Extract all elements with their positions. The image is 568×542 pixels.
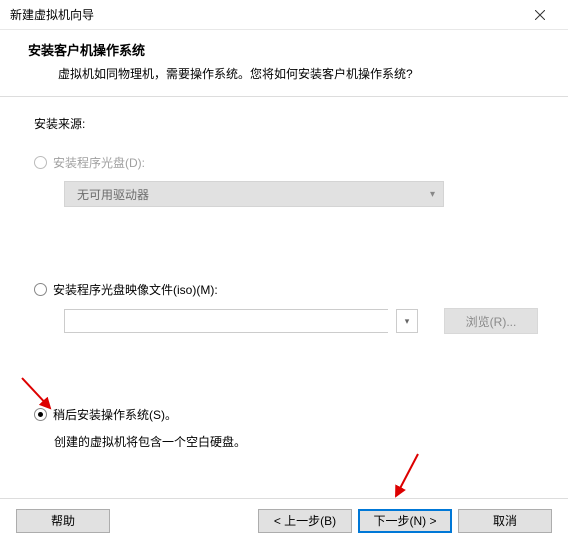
page-subtitle: 虚拟机如同物理机，需要操作系统。您将如何安装客户机操作系统?	[58, 65, 548, 82]
iso-dropdown-button[interactable]: ▾	[396, 309, 418, 333]
radio-disc[interactable]	[34, 156, 47, 169]
option-disc-group: 安装程序光盘(D): 无可用驱动器 ▾	[34, 154, 538, 207]
radio-later[interactable]	[34, 408, 47, 421]
back-button[interactable]: < 上一步(B)	[258, 509, 352, 533]
option-later-label: 稍后安装操作系统(S)。	[53, 406, 177, 423]
chevron-down-icon: ▾	[430, 189, 435, 200]
page-title: 安装客户机操作系统	[28, 40, 548, 59]
close-button[interactable]	[520, 1, 560, 29]
disc-dropdown-value: 无可用驱动器	[77, 186, 149, 203]
option-later-row[interactable]: 稍后安装操作系统(S)。	[34, 406, 538, 423]
option-iso-row[interactable]: 安装程序光盘映像文件(iso)(M):	[34, 281, 538, 298]
radio-iso[interactable]	[34, 283, 47, 296]
iso-path-input[interactable]	[64, 309, 388, 333]
source-label: 安装来源:	[34, 115, 538, 132]
titlebar: 新建虚拟机向导	[0, 0, 568, 30]
browse-button[interactable]: 浏览(R)...	[444, 308, 538, 334]
wizard-footer: 帮助 < 上一步(B) 下一步(N) > 取消	[0, 498, 568, 542]
option-iso-label: 安装程序光盘映像文件(iso)(M):	[53, 281, 218, 298]
wizard-header: 安装客户机操作系统 虚拟机如同物理机，需要操作系统。您将如何安装客户机操作系统?	[0, 30, 568, 97]
window-title: 新建虚拟机向导	[10, 6, 94, 23]
close-icon	[535, 10, 545, 20]
option-disc-label: 安装程序光盘(D):	[53, 154, 145, 171]
option-later-desc: 创建的虚拟机将包含一个空白硬盘。	[54, 433, 538, 450]
disc-dropdown[interactable]: 无可用驱动器 ▾	[64, 181, 444, 207]
cancel-button[interactable]: 取消	[458, 509, 552, 533]
next-button[interactable]: 下一步(N) >	[358, 509, 452, 533]
chevron-down-icon: ▾	[405, 316, 410, 327]
option-disc-row[interactable]: 安装程序光盘(D):	[34, 154, 538, 171]
option-later-group: 稍后安装操作系统(S)。 创建的虚拟机将包含一个空白硬盘。	[34, 406, 538, 450]
help-button[interactable]: 帮助	[16, 509, 110, 533]
iso-input-row: ▾ 浏览(R)...	[64, 308, 538, 334]
option-iso-group: 安装程序光盘映像文件(iso)(M): ▾ 浏览(R)...	[34, 281, 538, 334]
wizard-body: 安装来源: 安装程序光盘(D): 无可用驱动器 ▾ 安装程序光盘映像文件(iso…	[0, 97, 568, 450]
